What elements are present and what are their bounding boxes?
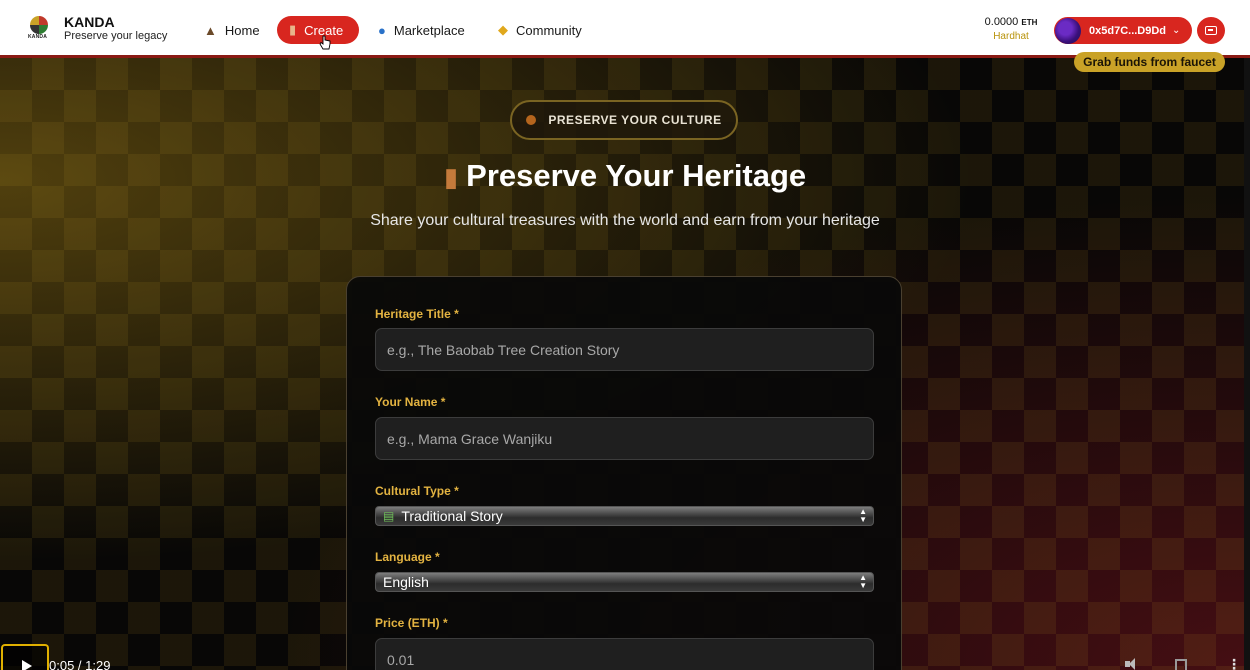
more-options-icon[interactable]: ⋮ (1227, 656, 1241, 670)
wallet-avatar (1055, 17, 1081, 44)
badge-label: PRESERVE YOUR CULTURE (548, 113, 722, 127)
price-label: Price (ETH) * (375, 616, 448, 630)
brand-tagline: Preserve your legacy (64, 30, 168, 43)
page-subtitle: Share your cultural treasures with the w… (370, 212, 880, 229)
scrollbar-track (1244, 58, 1250, 670)
balance-unit: ETH (1021, 18, 1038, 27)
your-name-input[interactable] (375, 417, 874, 460)
network-name: Hardhat (993, 31, 1029, 42)
nav-community-label: Community (516, 22, 582, 38)
faucet-icon (1205, 26, 1217, 35)
kanda-logo: KANDA (28, 14, 52, 42)
heritage-title-label: Heritage Title * (375, 307, 459, 321)
video-controls: 0:05 / 1:29 ⋮ (0, 644, 1250, 670)
chevron-down-icon: ⌄ (1172, 25, 1181, 36)
language-value: English (383, 574, 429, 590)
wallet-address: 0x5d7C...D9Dd (1089, 24, 1167, 37)
nav-community[interactable]: ◆ Community (486, 16, 594, 44)
select-arrows-icon: ▲ ▼ (859, 507, 867, 524)
your-name-label: Your Name * (375, 395, 446, 409)
brand[interactable]: KANDA KANDA Preserve your legacy (28, 14, 167, 43)
drum-icon: ▮ (289, 22, 297, 37)
nav-marketplace-label: Marketplace (393, 22, 465, 38)
books-icon: ▤ (383, 509, 395, 523)
play-icon (22, 660, 32, 670)
select-arrows-icon: ▲ ▼ (859, 573, 867, 590)
top-navbar: KANDA KANDA Preserve your legacy ▲ Home … (0, 0, 1250, 58)
wallet-balance: 0.0000 ETH Hardhat (980, 16, 1042, 42)
nav-create[interactable]: ▮ Create (277, 16, 359, 44)
drum-icon: ▮ (443, 162, 459, 192)
main-content: PRESERVE YOUR CULTURE ▮ Preserve Your Her… (0, 58, 1250, 670)
volume-icon[interactable] (1125, 658, 1139, 670)
badge-dot-icon (526, 115, 537, 125)
nav-marketplace[interactable]: ● Marketplace (366, 16, 477, 44)
brand-name: KANDA (64, 14, 115, 30)
language-label: Language * (375, 550, 440, 564)
handshake-icon: ◆ (498, 22, 508, 37)
faucet-button[interactable] (1197, 17, 1225, 44)
page-title-text: Preserve Your Heritage (466, 158, 807, 193)
culture-badge: PRESERVE YOUR CULTURE (510, 100, 738, 140)
create-heritage-form: Heritage Title * Your Name * Cultural Ty… (346, 276, 902, 670)
heritage-title-input[interactable] (375, 328, 874, 371)
fullscreen-icon[interactable] (1175, 659, 1187, 670)
play-button[interactable] (1, 644, 49, 670)
cultural-type-select[interactable]: ▤ Traditional Story ▲ ▼ (375, 506, 874, 526)
cultural-type-label: Cultural Type * (375, 484, 459, 498)
globe-icon: ● (378, 22, 386, 38)
hand-cursor-icon (319, 35, 331, 50)
nav-home-label: Home (224, 22, 260, 38)
language-select[interactable]: English ▲ ▼ (375, 572, 874, 592)
balance-amount: 0.0000 (984, 16, 1019, 28)
faucet-tooltip: Grab funds from faucet (1074, 52, 1225, 72)
cultural-type-value: Traditional Story (401, 508, 503, 524)
video-time: 0:05 / 1:29 (49, 658, 111, 670)
hut-icon: ▲ (204, 22, 217, 38)
nav-home[interactable]: ▲ Home (192, 16, 272, 44)
page-title: ▮ Preserve Your Heritage (0, 158, 1250, 194)
wallet-button[interactable]: 0x5d7C...D9Dd ⌄ (1054, 17, 1192, 44)
